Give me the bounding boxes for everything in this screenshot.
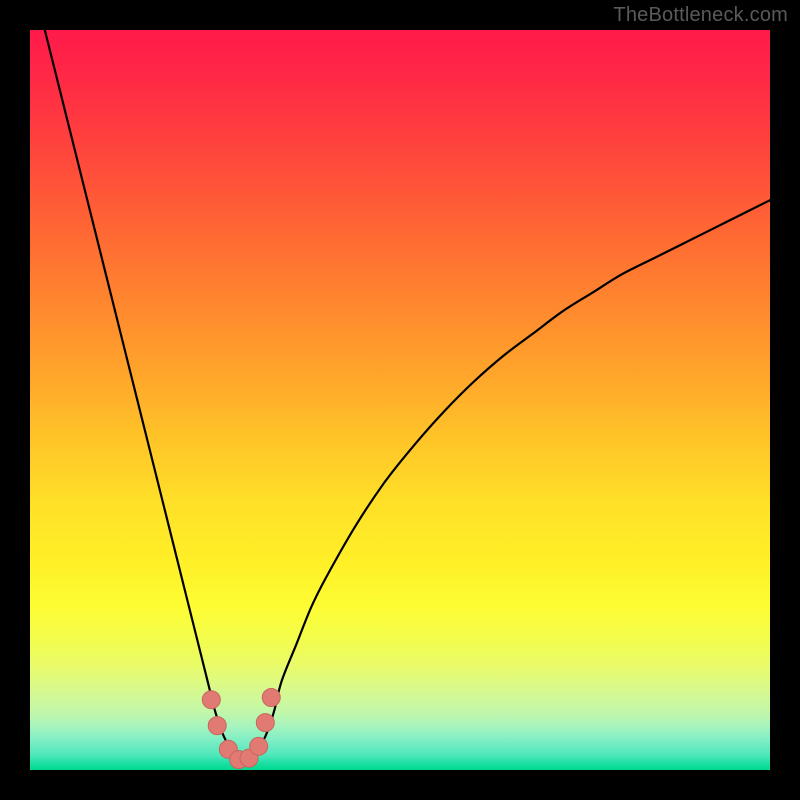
bottleneck-chart <box>30 30 770 770</box>
chart-gradient-background <box>30 30 770 770</box>
marker-point <box>208 717 226 735</box>
marker-point <box>256 714 274 732</box>
marker-point <box>262 688 280 706</box>
markers-group <box>202 688 280 768</box>
curve-path <box>30 30 770 763</box>
marker-point <box>202 691 220 709</box>
marker-point <box>250 737 268 755</box>
watermark-text: TheBottleneck.com <box>613 4 788 27</box>
